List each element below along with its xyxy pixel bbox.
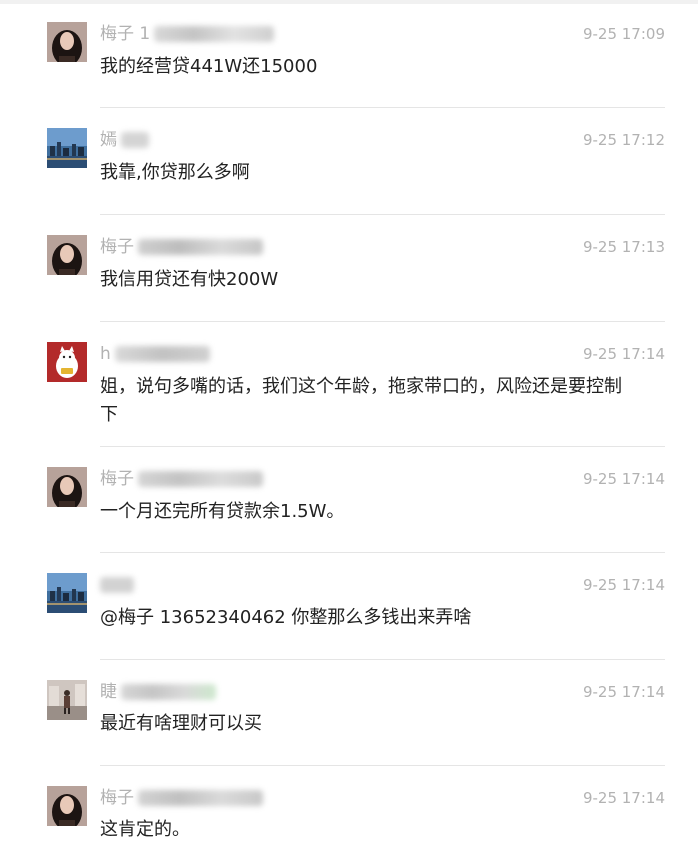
- message-timestamp: 9-25 17:13: [582, 238, 665, 256]
- sender-name: [100, 573, 134, 597]
- sender-name-text: 梅子: [100, 237, 134, 257]
- sender-name: h: [100, 342, 210, 366]
- message-text: 姐，说句多嘴的话，我们这个年龄，拖家带口的，风险还是要控制下: [100, 376, 622, 425]
- message-timestamp: 9-25 17:14: [582, 576, 665, 594]
- message-divider: [100, 321, 665, 322]
- message-timestamp: 9-25 17:14: [582, 789, 665, 807]
- message-text: 我靠,你贷那么多啊: [100, 162, 250, 183]
- sender-name-text: 梅子: [100, 469, 134, 489]
- avatar-city-night-icon[interactable]: [47, 573, 87, 613]
- redacted-name-blur: [138, 790, 263, 806]
- message-timestamp: 9-25 17:14: [582, 345, 665, 363]
- redacted-name-blur: [154, 26, 275, 42]
- redacted-name-blur: [121, 132, 149, 148]
- redacted-name-blur: [100, 577, 134, 593]
- avatar-lucky-cat-icon[interactable]: [47, 342, 87, 382]
- message-timestamp: 9-25 17:12: [582, 131, 665, 149]
- redacted-name-blur: [138, 471, 263, 487]
- message-divider: [100, 552, 665, 553]
- message-divider: [100, 446, 665, 447]
- message-divider: [100, 659, 665, 660]
- message-text: 这肯定的。: [100, 819, 190, 840]
- message-text: 我的经营贷441W还15000: [100, 56, 318, 77]
- sender-name: 梅子: [100, 235, 263, 259]
- sender-name-text: 嫣: [100, 130, 117, 150]
- message-text: 最近有啥理财可以买: [100, 713, 262, 734]
- avatar-person-street-icon[interactable]: [47, 680, 87, 720]
- redacted-name-blur: [138, 239, 263, 255]
- sender-name: 梅子: [100, 786, 263, 810]
- message-divider: [100, 765, 665, 766]
- redacted-name-blur: [121, 684, 216, 700]
- redacted-name-blur: [114, 346, 210, 362]
- sender-name-text: h: [100, 344, 111, 364]
- message-text: @梅子 13652340462 你整那么多钱出来弄啥: [100, 607, 472, 628]
- top-border: [0, 0, 698, 4]
- message-text: 我信用贷还有快200W: [100, 269, 279, 290]
- sender-name-text: 梅子: [100, 788, 134, 808]
- sender-name: 睫: [100, 680, 216, 704]
- message-divider: [100, 214, 665, 215]
- message-timestamp: 9-25 17:09: [582, 25, 665, 43]
- message-timestamp: 9-25 17:14: [582, 470, 665, 488]
- sender-name: 梅子: [100, 467, 263, 491]
- message-divider: [100, 107, 665, 108]
- sender-name: 嫣: [100, 128, 149, 152]
- sender-name-text: 梅子 1: [100, 24, 151, 44]
- avatar-woman-portrait-icon[interactable]: [47, 235, 87, 275]
- avatar-woman-portrait-icon[interactable]: [47, 22, 87, 62]
- sender-name-text: 睫: [100, 682, 117, 702]
- sender-name: 梅子 1: [100, 22, 275, 46]
- avatar-city-night-icon[interactable]: [47, 128, 87, 168]
- avatar-woman-portrait-icon[interactable]: [47, 467, 87, 507]
- message-timestamp: 9-25 17:14: [582, 683, 665, 701]
- avatar-woman-portrait-icon[interactable]: [47, 786, 87, 826]
- message-text: 一个月还完所有贷款余1.5W。: [100, 501, 345, 522]
